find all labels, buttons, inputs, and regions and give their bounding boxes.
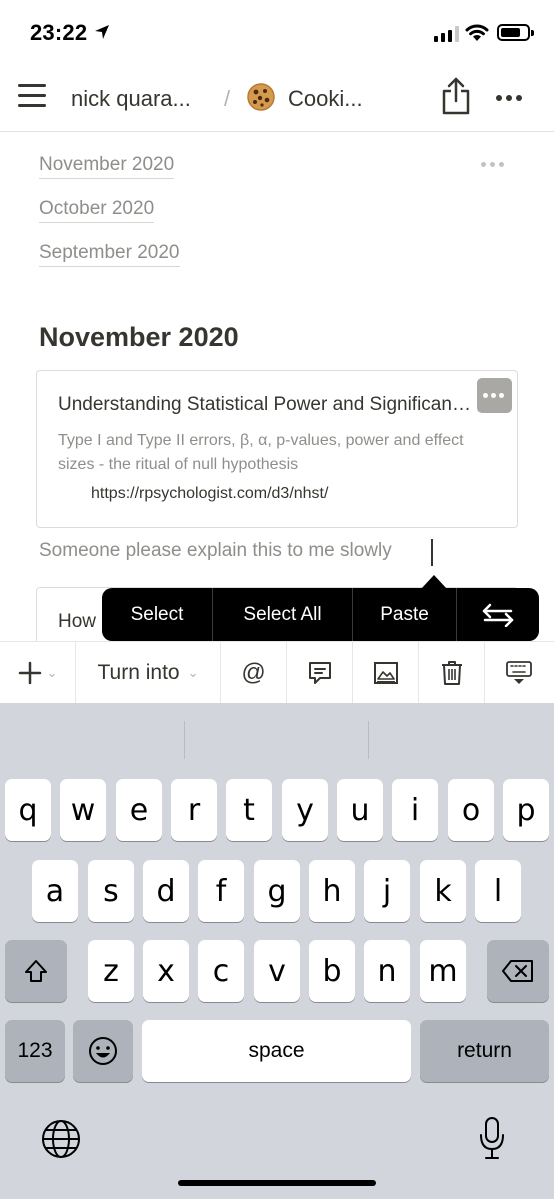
key-f[interactable]: f — [198, 860, 244, 922]
comment-button[interactable] — [287, 642, 353, 704]
select-all-button[interactable]: Select All — [213, 588, 353, 641]
key-k[interactable]: k — [420, 860, 466, 922]
key-e[interactable]: e — [116, 779, 162, 841]
return-key[interactable]: return — [420, 1020, 549, 1082]
wifi-icon — [465, 24, 489, 41]
key-c[interactable]: c — [198, 940, 244, 1002]
formatting-toolbar: ⌄ Turn into ⌄ @ — [0, 641, 554, 704]
breadcrumb-parent[interactable]: nick quara... — [71, 86, 191, 112]
backspace-key[interactable] — [487, 940, 549, 1002]
key-g[interactable]: g — [254, 860, 300, 922]
paste-button[interactable]: Paste — [353, 588, 457, 641]
breadcrumb-separator: / — [224, 86, 231, 111]
key-p[interactable]: p — [503, 779, 549, 841]
bookmark-2-title: How — [58, 611, 97, 632]
select-button[interactable]: Select — [102, 588, 213, 641]
trash-icon — [441, 661, 462, 685]
menu-icon[interactable] — [18, 84, 46, 108]
more-options-icon[interactable] — [496, 95, 522, 101]
cookie-icon[interactable] — [246, 82, 276, 112]
key-w[interactable]: w — [60, 779, 106, 841]
key-y[interactable]: y — [282, 779, 328, 841]
mention-button[interactable]: @ — [221, 642, 287, 704]
bookmark-card[interactable]: Understanding Statistical Power and Sign… — [36, 370, 518, 528]
cellular-signal-icon — [434, 26, 459, 42]
text-caret — [431, 539, 433, 566]
text-block[interactable]: Someone please explain this to me slowly — [39, 540, 392, 562]
block-options-icon[interactable] — [481, 162, 504, 167]
mention-icon: @ — [241, 659, 266, 686]
swap-arrows-icon — [482, 603, 514, 627]
bookmark-url: https://rpsychologist.com/d3/nhst/ — [91, 485, 329, 502]
ellipsis-icon — [483, 393, 504, 398]
shift-icon — [25, 960, 47, 982]
status-time: 23:22 — [30, 20, 88, 45]
backspace-icon — [502, 960, 533, 982]
key-m[interactable]: m — [420, 940, 466, 1002]
toc-link-september-2020[interactable]: September 2020 — [39, 242, 180, 267]
emoji-key[interactable] — [73, 1020, 133, 1082]
share-icon[interactable] — [440, 76, 472, 116]
keyboard-dismiss-icon — [505, 661, 532, 684]
status-bar: 23:22 — [0, 0, 554, 62]
turn-into-label: Turn into — [97, 661, 180, 684]
chevron-down-icon: ⌄ — [46, 665, 58, 680]
key-i[interactable]: i — [392, 779, 438, 841]
bookmark-menu-button[interactable] — [477, 378, 512, 413]
key-o[interactable]: o — [448, 779, 494, 841]
space-key[interactable]: space — [142, 1020, 411, 1082]
key-x[interactable]: x — [143, 940, 189, 1002]
section-heading[interactable]: November 2020 — [39, 322, 239, 353]
toc-link-november-2020[interactable]: November 2020 — [39, 154, 175, 179]
key-b[interactable]: b — [309, 940, 355, 1002]
home-indicator[interactable] — [178, 1180, 376, 1186]
image-icon — [373, 662, 398, 684]
battery-icon — [497, 24, 534, 41]
turn-into-button[interactable]: Turn into ⌄ — [76, 642, 221, 704]
emoji-icon — [89, 1037, 117, 1065]
comment-icon — [308, 662, 331, 684]
numbers-key[interactable]: 123 — [5, 1020, 65, 1082]
key-s[interactable]: s — [88, 860, 134, 922]
key-z[interactable]: z — [88, 940, 134, 1002]
bookmark-description: Type I and Type II errors, β, α, p-value… — [58, 432, 464, 473]
key-a[interactable]: a — [32, 860, 78, 922]
chevron-down-icon: ⌄ — [187, 665, 199, 680]
bookmark-title: Understanding Statistical Power and Sign… — [58, 394, 480, 415]
plus-icon — [18, 661, 41, 685]
delete-button[interactable] — [419, 642, 485, 704]
globe-icon[interactable] — [40, 1118, 82, 1160]
add-block-button[interactable]: ⌄ — [0, 642, 76, 704]
key-h[interactable]: h — [309, 860, 355, 922]
key-l[interactable]: l — [475, 860, 521, 922]
key-n[interactable]: n — [364, 940, 410, 1002]
key-t[interactable]: t — [226, 779, 272, 841]
location-arrow-icon — [95, 25, 109, 39]
callout-arrow — [421, 575, 447, 589]
edit-menu: Select Select All Paste — [102, 588, 539, 641]
key-q[interactable]: q — [5, 779, 51, 841]
suggestion-divider — [368, 721, 369, 759]
breadcrumb-page[interactable]: Cooki... — [288, 86, 363, 112]
key-r[interactable]: r — [171, 779, 217, 841]
image-button[interactable] — [353, 642, 419, 704]
microphone-icon[interactable] — [477, 1116, 507, 1162]
suggestion-divider — [184, 721, 185, 759]
toc-link-october-2020[interactable]: October 2020 — [39, 198, 155, 223]
key-u[interactable]: u — [337, 779, 383, 841]
key-d[interactable]: d — [143, 860, 189, 922]
text-replacement-button[interactable] — [457, 588, 539, 641]
top-nav-bar: nick quara... / Cooki... — [0, 62, 554, 132]
key-v[interactable]: v — [254, 940, 300, 1002]
shift-key[interactable] — [5, 940, 67, 1002]
hide-keyboard-button[interactable] — [485, 642, 552, 704]
key-j[interactable]: j — [364, 860, 410, 922]
